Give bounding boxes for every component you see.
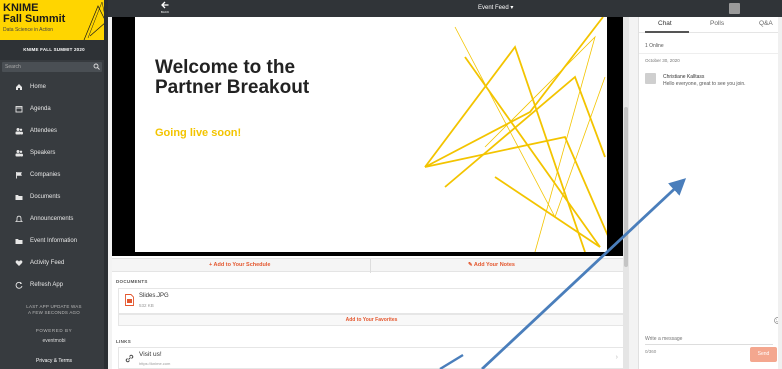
sidebar-item-label: Documents xyxy=(30,194,61,200)
add-to-schedule-button[interactable]: + Add to Your Schedule xyxy=(209,262,270,268)
sidebar-search-input[interactable]: Search xyxy=(2,62,102,72)
powered-by: POWERED BY xyxy=(35,328,73,333)
scrollbar-thumb[interactable] xyxy=(624,107,628,267)
heart-icon xyxy=(15,259,23,267)
sidebar-item-documents[interactable]: Documents xyxy=(0,187,108,207)
active-tab-indicator xyxy=(645,31,689,33)
sidebar-item-label: Event Information xyxy=(30,238,78,244)
sidebar-item-label: Attendees xyxy=(30,128,58,134)
video-player[interactable]: Welcome to the Partner Breakout Going li… xyxy=(112,17,629,256)
chat-scrollbar[interactable] xyxy=(778,17,782,369)
sidebar-item-label: Announcements xyxy=(30,216,74,222)
document-size: 532 KB xyxy=(139,303,154,308)
sidebar-item-event-information[interactable]: Event Information xyxy=(0,231,108,251)
chat-divider xyxy=(639,53,782,54)
chat-panel: Chat Polls Q&A 1 Online October 30, 2020… xyxy=(638,17,782,369)
search-placeholder: Search xyxy=(5,64,21,70)
online-count: 1 Online xyxy=(645,43,664,49)
chat-message-input[interactable] xyxy=(645,333,773,345)
calendar-icon xyxy=(15,105,23,113)
sidebar-item-announcements[interactable]: Announcements xyxy=(0,209,108,229)
send-button[interactable]: Send xyxy=(750,347,777,362)
search-icon[interactable] xyxy=(93,63,100,72)
link-title: Visit us! xyxy=(139,351,162,358)
privacy-terms-link[interactable]: Privacy & Terms xyxy=(0,358,108,364)
document-name: Slides.JPG xyxy=(139,293,169,299)
brand-tagline: Data Science in Action xyxy=(3,27,54,33)
sidebar-item-label: Refresh App xyxy=(30,282,64,288)
documents-section-label: DOCUMENTS xyxy=(116,279,148,284)
message-input[interactable] xyxy=(645,333,763,344)
add-notes-button[interactable]: ✎ Add Your Notes xyxy=(468,262,515,268)
top-bar: BACK Event Feed ▾ xyxy=(108,0,782,17)
people-icon xyxy=(15,127,23,135)
back-arrow-icon xyxy=(161,1,169,9)
link-item[interactable]: Visit us! https://knime.com › xyxy=(118,347,625,369)
slide-heading-line1: Welcome to the xyxy=(155,57,296,78)
sidebar-item-activity-feed[interactable]: Activity Feed xyxy=(0,253,108,273)
back-button[interactable]: BACK xyxy=(155,1,175,14)
sidebar-item-label: Activity Feed xyxy=(30,260,65,266)
refresh-icon xyxy=(15,281,23,289)
home-icon xyxy=(15,83,23,91)
document-item[interactable]: Slides.JPG 532 KB xyxy=(118,288,625,314)
tab-polls[interactable]: Polls xyxy=(710,20,724,27)
sidebar-item-attendees[interactable]: Attendees xyxy=(0,121,108,141)
back-label: BACK xyxy=(160,10,170,14)
sidebar-item-companies[interactable]: Companies xyxy=(0,165,108,185)
sidebar-item-label: Home xyxy=(30,84,47,90)
brand-line2: Fall Summit xyxy=(3,13,66,25)
event-feed-dropdown[interactable]: Event Feed ▾ xyxy=(478,4,513,11)
message-text: Hello everyone, great to see you join. xyxy=(663,81,746,87)
sidebar: KNIME Fall Summit Data Science in Action… xyxy=(0,0,108,369)
char-counter: 0/360 xyxy=(645,349,657,354)
user-avatar[interactable] xyxy=(729,3,740,14)
speaker-icon xyxy=(15,149,23,157)
sidebar-item-label: Companies xyxy=(30,172,61,178)
sidebar-item-label: Agenda xyxy=(30,106,51,112)
sidebar-item-label: Speakers xyxy=(30,150,56,156)
slide: Welcome to the Partner Breakout Going li… xyxy=(135,17,607,252)
add-to-favorites-button[interactable]: Add to Your Favorites xyxy=(118,314,625,326)
chevron-right-icon: › xyxy=(615,354,618,361)
main-scrollbar[interactable] xyxy=(623,17,629,369)
session-actions: + Add to Your Schedule ✎ Add Your Notes xyxy=(112,258,629,273)
folder-icon xyxy=(15,193,23,201)
slide-heading-line2: Partner Breakout xyxy=(155,77,310,98)
bell-icon xyxy=(15,215,23,223)
tab-qa[interactable]: Q&A xyxy=(759,20,773,27)
sidebar-scrollbar[interactable] xyxy=(104,0,108,369)
slide-heading: Welcome to the Partner Breakout xyxy=(155,58,309,98)
brand-header[interactable]: KNIME Fall Summit Data Science in Action xyxy=(0,0,108,40)
sidebar-item-refresh-app[interactable]: Refresh App xyxy=(0,275,108,295)
slide-subtitle: Going live soon! xyxy=(155,127,242,139)
slide-graphic xyxy=(424,17,607,252)
message-author: Christiane Kalltass xyxy=(663,74,705,80)
sidebar-item-speakers[interactable]: Speakers xyxy=(0,143,108,163)
chat-date: October 30, 2020 xyxy=(645,58,680,63)
folder-icon xyxy=(15,237,23,245)
tab-chat[interactable]: Chat xyxy=(658,20,672,27)
eventmobi-logo[interactable]: eventmobi xyxy=(0,338,108,344)
link-url: https://knime.com xyxy=(139,361,171,366)
links-section-label: LINKS xyxy=(116,339,131,344)
main-content: Welcome to the Partner Breakout Going li… xyxy=(112,17,629,369)
sidebar-item-home[interactable]: Home xyxy=(0,77,108,97)
flag-icon xyxy=(15,171,23,179)
sidebar-item-agenda[interactable]: Agenda xyxy=(0,99,108,119)
event-name: KNIME FALL SUMMIT 2020 xyxy=(0,40,108,60)
link-icon xyxy=(125,354,134,365)
document-icon xyxy=(125,294,134,308)
chat-tabs: Chat Polls Q&A xyxy=(639,17,782,33)
avatar[interactable] xyxy=(645,73,656,84)
action-divider xyxy=(370,259,371,273)
update-note-line2: A FEW SECONDS AGO xyxy=(28,310,80,315)
